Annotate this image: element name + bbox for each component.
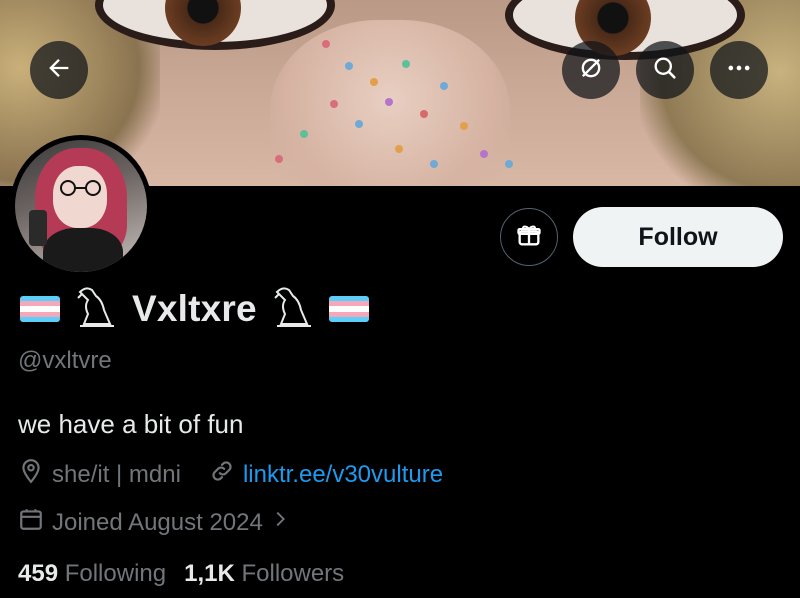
- calendar-icon: [18, 506, 52, 539]
- gift-icon: [515, 221, 543, 254]
- following-stat[interactable]: 459 Following: [18, 560, 166, 588]
- vulture-icon: [74, 284, 118, 335]
- location-icon: [18, 458, 52, 491]
- more-button[interactable]: [710, 41, 768, 99]
- vulture-icon: [271, 284, 315, 335]
- gift-button[interactable]: [500, 208, 558, 266]
- back-button[interactable]: [30, 41, 88, 99]
- following-label: Following: [64, 560, 167, 587]
- location-text: she/it | mdni: [52, 460, 181, 488]
- joined-date: Joined August 2024: [52, 508, 263, 536]
- follow-button[interactable]: Follow: [573, 207, 783, 267]
- profile-link[interactable]: linktr.ee/v30vulture: [243, 461, 443, 489]
- grok-button[interactable]: [562, 41, 620, 99]
- display-name: Vxltxre: [132, 288, 257, 329]
- bio-text: we have a bit of fun: [18, 409, 244, 439]
- link-icon: [209, 458, 243, 491]
- followers-label: Followers: [241, 560, 345, 587]
- joined-row[interactable]: Joined August 2024: [18, 506, 291, 539]
- search-button[interactable]: [636, 41, 694, 99]
- trans-flag-icon: [328, 296, 369, 322]
- follow-stats: 459 Following 1,1K Followers: [18, 560, 344, 588]
- display-name-row: Vxltxre: [20, 284, 369, 334]
- followers-stat[interactable]: 1,1K Followers: [184, 560, 344, 588]
- trans-flag-icon: [20, 296, 60, 322]
- search-icon: [651, 54, 679, 87]
- grok-icon: [577, 54, 605, 87]
- arrow-left-icon: [45, 54, 73, 87]
- followers-count: 1,1K: [184, 560, 235, 587]
- profile-meta-row: she/it | mdni linktr.ee/v30vulture: [18, 458, 443, 491]
- user-handle: @vxltvre: [18, 347, 112, 374]
- following-count: 459: [18, 560, 59, 587]
- avatar[interactable]: [10, 135, 152, 277]
- chevron-right-icon: [269, 508, 291, 537]
- more-horizontal-icon: [725, 54, 753, 87]
